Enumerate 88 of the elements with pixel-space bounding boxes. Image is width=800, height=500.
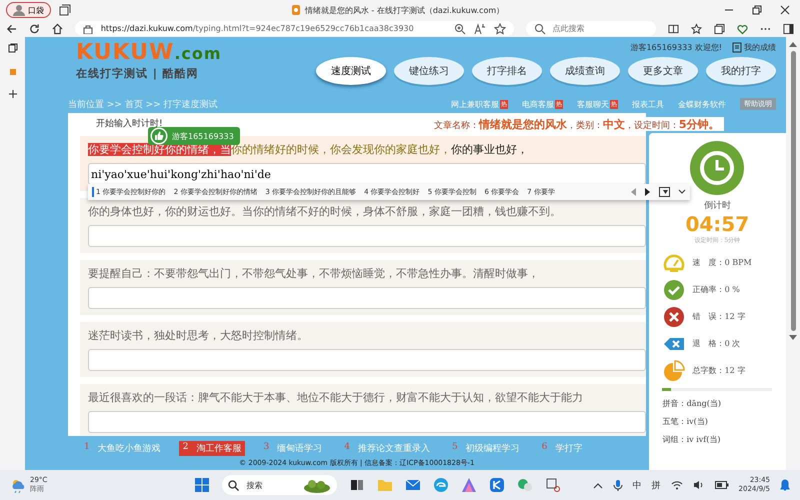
home-icon[interactable]	[52, 22, 63, 34]
address-field[interactable]: https://dazi.kukuw.com/typing.html?t=924ec787c19e6529cc76b1caa38c3930	[74, 21, 514, 36]
zoom-icon[interactable]	[454, 22, 466, 34]
refresh-icon[interactable]	[28, 22, 40, 34]
nav-tab[interactable]: 键位练习	[394, 57, 464, 85]
report-icon	[732, 42, 742, 52]
triangle-logo-icon[interactable]	[460, 477, 477, 493]
task-view-icon[interactable]	[348, 477, 365, 493]
my-scores-link[interactable]: 我的成绩	[732, 42, 776, 52]
read-aloud-icon[interactable]	[474, 22, 486, 34]
countdown-timer: 04:57	[685, 212, 750, 236]
scrollbar-thumb[interactable]	[790, 51, 796, 331]
thumbs-up-icon	[150, 127, 168, 145]
heart-icon[interactable]	[737, 22, 748, 34]
scroll-down-icon[interactable]	[789, 335, 797, 341]
input-method-indicator[interactable]: 中	[632, 478, 642, 492]
triangle-right-icon[interactable]	[645, 188, 651, 196]
split-screen-icon[interactable]	[668, 22, 680, 34]
plus-icon[interactable]	[8, 89, 18, 99]
typing-input[interactable]	[88, 349, 646, 371]
stat-text: 错 误：12 字	[692, 311, 746, 322]
nav-tab[interactable]: 打字排名	[472, 57, 542, 85]
typing-input[interactable]: ni'yao'xue'hui'kong'zhi'hao'ni'de	[88, 163, 646, 185]
clock-icon	[690, 141, 744, 195]
tabs-icon[interactable]	[8, 43, 18, 53]
bell-icon[interactable]	[780, 479, 790, 491]
back-icon[interactable]	[6, 22, 17, 34]
code-hint: 词组：iv ivf(当)	[662, 434, 722, 446]
gauge-icon	[662, 252, 685, 274]
nav-tab[interactable]: 成绩查询	[550, 57, 620, 85]
favorites-icon[interactable]	[691, 22, 702, 34]
article-text: 你的身体也好，你的财运也好。当你的情绪不好的时候，身体不舒服，家庭一团糟，钱也赚不到。	[88, 204, 562, 220]
ime-settings-icon[interactable]	[659, 187, 670, 197]
windows-icon[interactable]	[194, 477, 210, 493]
cloud-rain-icon[interactable]	[10, 477, 26, 493]
tab-title[interactable]: 情绪就是您的风水 - 在线打字测试（dazi.kukuw.com）	[304, 4, 504, 16]
sidebar-icon[interactable]	[783, 22, 794, 34]
browser-icon[interactable]	[432, 477, 449, 493]
check-circle-icon	[662, 278, 685, 300]
article-text: 迷茫时读书，独处时思考，大怒时控制情绪。	[88, 328, 309, 344]
close-icon[interactable]	[780, 5, 790, 15]
chevron-up-icon[interactable]	[592, 481, 603, 489]
countdown-label: 倒计时	[704, 200, 731, 212]
star-icon[interactable]	[494, 22, 506, 34]
welcome-text: 游客165169333 欢迎您!	[630, 42, 722, 52]
typing-input[interactable]	[88, 411, 646, 433]
breadcrumb: 当前位置 >> 首页 >> 打字速度测试	[68, 98, 218, 110]
tabs-icon[interactable]	[59, 4, 71, 16]
envelope-icon[interactable]	[404, 477, 421, 493]
stat-text: 退 格：0 次	[692, 338, 740, 349]
favicon-icon	[290, 4, 301, 16]
scroll-up-icon[interactable]	[789, 41, 797, 47]
search-field[interactable]: 点此搜索	[526, 21, 656, 36]
stat-text: 总字数：12 字	[692, 365, 746, 376]
x-circle-icon	[662, 306, 685, 328]
article-text: 你要学会控制好你的情绪，当你的情绪好的时候，你会发现你的家庭也好，你的事业也好，	[88, 142, 529, 158]
wifi-icon[interactable]	[670, 480, 683, 490]
nav-tab[interactable]: 更多文章	[628, 57, 698, 85]
code-hint: 五笔：iv(当)	[662, 416, 709, 428]
url-text: https://dazi.kukuw.com/typing.html?t=924ec787c19e6529cc76b1caa38c3930	[100, 24, 415, 33]
profile-button[interactable]: 口袋	[6, 2, 51, 18]
stat-text: 正确率：0 %	[692, 284, 740, 295]
article-text: 要提醒自己：不要带怨气出门，不带怨气处事，不带烦恼睡觉，不带急性办事。清醒时做事，	[88, 266, 540, 282]
restore-icon[interactable]	[752, 5, 762, 15]
landscape-icon	[302, 477, 331, 493]
triangle-left-icon[interactable]	[631, 188, 637, 196]
speaker-icon[interactable]	[692, 480, 705, 490]
chevron-down-icon[interactable]	[678, 189, 686, 195]
microphone-icon[interactable]	[612, 479, 623, 491]
footer-tab[interactable]: 2 淘工作客服	[178, 440, 246, 456]
typing-input[interactable]	[88, 287, 646, 309]
search-icon	[228, 480, 239, 490]
code-hint: 拼音：dāng(当)	[662, 398, 722, 410]
battery-icon[interactable]	[714, 481, 729, 489]
person-icon	[13, 4, 25, 16]
nav-tab[interactable]: 我的打字	[706, 57, 776, 85]
user-badge: 游客165169333	[148, 127, 240, 145]
collections-icon[interactable]	[714, 22, 726, 34]
article-text: 最近很喜欢的一段话：脾气不能大于本事、地位不能大于德行，财富不能大于认知，欲望不能大于能力	[88, 390, 584, 406]
stat-text: 速 度：0 BPM	[692, 257, 752, 268]
site-tagline: 在线打字测试 | 酷酷网	[76, 66, 200, 81]
search-icon	[534, 22, 546, 34]
pie-chart-icon	[662, 360, 685, 382]
taskbar-search[interactable]: 搜索	[222, 475, 337, 495]
k-logo-icon[interactable]	[488, 477, 505, 493]
typing-input[interactable]	[88, 225, 646, 247]
input-method-indicator[interactable]: 拼	[652, 478, 661, 492]
nav-tab[interactable]: 速度测试	[316, 57, 386, 85]
